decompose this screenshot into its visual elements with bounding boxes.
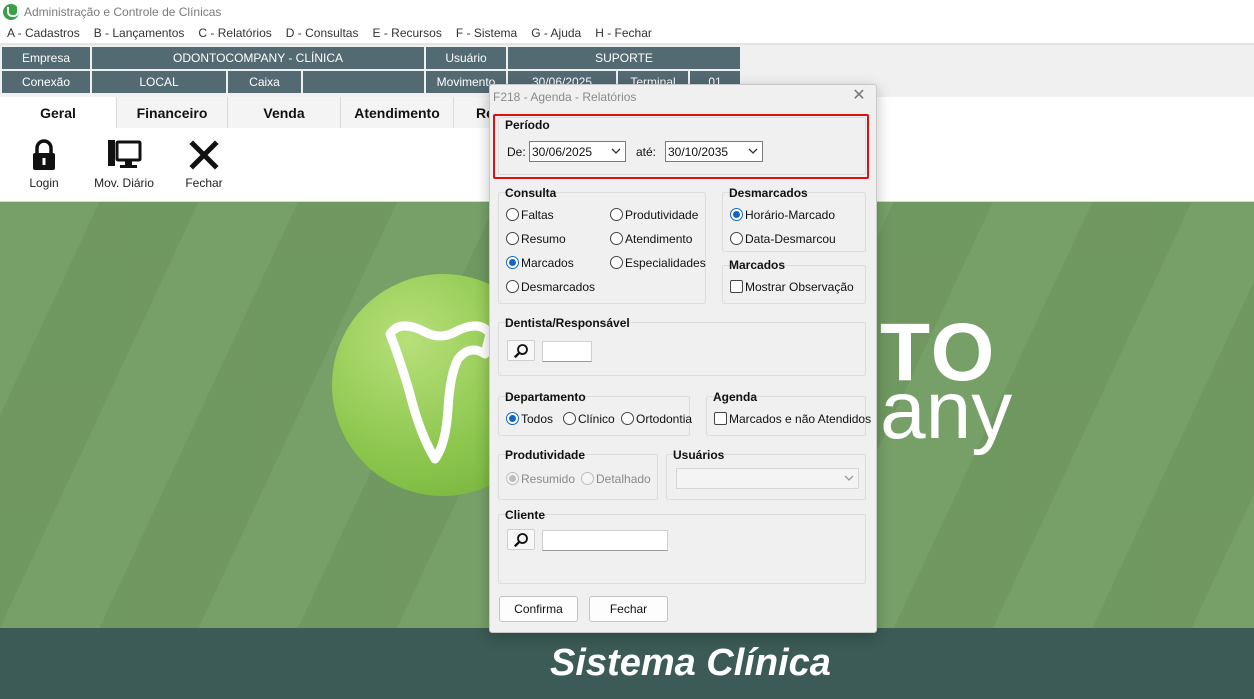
lock-icon bbox=[24, 137, 64, 173]
chevron-down-icon bbox=[844, 475, 854, 481]
detalhado-label: Detalhado bbox=[596, 472, 651, 486]
data-desmarcou-label: Data-Desmarcou bbox=[745, 232, 836, 246]
mostrar-observacao-checkbox[interactable] bbox=[730, 280, 743, 293]
mov-diario-tool[interactable]: Mov. Diário bbox=[92, 137, 156, 190]
fechar-label: Fechar bbox=[185, 176, 223, 190]
menu-relatorios[interactable]: C - Relatórios bbox=[191, 26, 278, 40]
produtividade-label: Produtividade bbox=[625, 208, 699, 222]
radio-todos[interactable] bbox=[506, 412, 519, 425]
consulta-title: Consulta bbox=[505, 186, 557, 200]
resumido-label: Resumido bbox=[521, 472, 576, 486]
usuario-label: Usuário bbox=[426, 47, 506, 69]
fechar-tool[interactable]: Fechar bbox=[184, 137, 224, 190]
desmarcados-title: Desmarcados bbox=[729, 186, 808, 200]
agenda-title: Agenda bbox=[713, 390, 758, 404]
marcados-nao-atendidos-checkbox[interactable] bbox=[714, 412, 727, 425]
window-titlebar: Administração e Controle de Clínicas bbox=[0, 0, 1254, 23]
atendimento-label: Atendimento bbox=[625, 232, 693, 246]
search-icon bbox=[513, 532, 528, 547]
brand-text-bottom: any bbox=[880, 365, 1013, 456]
tab-financeiro[interactable]: Financeiro bbox=[117, 97, 228, 128]
radio-desmarcados[interactable] bbox=[506, 280, 519, 293]
marcados-title: Marcados bbox=[729, 258, 786, 272]
radio-produtividade[interactable] bbox=[610, 208, 623, 221]
dentista-search-button[interactable] bbox=[507, 340, 535, 361]
marcados-nao-atendidos-label: Marcados e não Atendidos bbox=[729, 412, 872, 426]
window-title: Administração e Controle de Clínicas bbox=[24, 4, 222, 19]
app-logo-icon bbox=[3, 3, 19, 20]
departamento-title: Departamento bbox=[505, 390, 586, 404]
cliente-search-button[interactable] bbox=[507, 529, 535, 550]
radio-ortodontia[interactable] bbox=[621, 412, 634, 425]
menu-ajuda[interactable]: G - Ajuda bbox=[524, 26, 588, 40]
dialog-close-icon[interactable]: ✕ bbox=[851, 88, 867, 104]
conexao-label: Conexão bbox=[2, 71, 90, 93]
faltas-label: Faltas bbox=[521, 208, 554, 222]
search-icon bbox=[513, 343, 528, 358]
radio-marcados[interactable] bbox=[506, 256, 519, 269]
tab-venda[interactable]: Venda bbox=[228, 97, 341, 128]
dentista-title: Dentista/Responsável bbox=[505, 316, 630, 330]
dialog-title: F218 - Agenda - Relatórios bbox=[493, 90, 637, 104]
resumo-label: Resumo bbox=[521, 232, 566, 246]
radio-detalhado[interactable] bbox=[581, 472, 594, 485]
tab-relatorios[interactable]: Re bbox=[454, 97, 494, 128]
radio-resumido[interactable] bbox=[506, 472, 519, 485]
computer-icon bbox=[104, 137, 144, 173]
tab-atendimento[interactable]: Atendimento bbox=[341, 97, 454, 128]
radio-clinico[interactable] bbox=[563, 412, 576, 425]
empresa-label: Empresa bbox=[2, 47, 90, 69]
confirma-button[interactable]: Confirma bbox=[499, 596, 578, 622]
clinico-label: Clínico bbox=[578, 412, 615, 426]
ortodontia-label: Ortodontia bbox=[636, 412, 693, 426]
dentista-code-input[interactable] bbox=[542, 341, 592, 362]
tab-geral[interactable]: Geral bbox=[0, 97, 117, 128]
menu-sistema[interactable]: F - Sistema bbox=[449, 26, 524, 40]
cliente-title: Cliente bbox=[505, 508, 546, 522]
empresa-value: ODONTOCOMPANY - CLÍNICA bbox=[92, 47, 424, 69]
produtividade-title: Produtividade bbox=[505, 448, 586, 462]
footer-title: Sistema Clínica bbox=[550, 642, 831, 684]
menu-cadastros[interactable]: A - Cadastros bbox=[0, 26, 87, 40]
menu-fechar[interactable]: H - Fechar bbox=[588, 26, 659, 40]
radio-faltas[interactable] bbox=[506, 208, 519, 221]
tooth-logo-icon bbox=[385, 321, 495, 464]
menu-consultas[interactable]: D - Consultas bbox=[279, 26, 366, 40]
menu-recursos[interactable]: E - Recursos bbox=[365, 26, 448, 40]
caixa-value bbox=[303, 71, 424, 93]
mostrar-observacao-label: Mostrar Observação bbox=[745, 280, 854, 294]
especialidades-label: Especialidades bbox=[625, 256, 706, 270]
menu-lancamentos[interactable]: B - Lançamentos bbox=[87, 26, 192, 40]
caixa-label: Caixa bbox=[228, 71, 301, 93]
login-tool[interactable]: Login bbox=[24, 137, 64, 190]
desmarcados-label: Desmarcados bbox=[521, 280, 596, 294]
usuarios-select[interactable] bbox=[676, 468, 859, 489]
login-label: Login bbox=[29, 176, 59, 190]
mov-diario-label: Mov. Diário bbox=[94, 176, 154, 190]
ribbon-tabs: Geral Financeiro Venda Atendimento Re bbox=[0, 97, 494, 128]
periodo-highlight-box bbox=[493, 114, 869, 179]
close-x-icon bbox=[184, 137, 224, 173]
usuarios-title: Usuários bbox=[673, 448, 725, 462]
conexao-value: LOCAL bbox=[92, 71, 226, 93]
radio-resumo[interactable] bbox=[506, 232, 519, 245]
menu-bar: A - Cadastros B - Lançamentos C - Relató… bbox=[0, 23, 1254, 43]
horario-marcado-label: Horário-Marcado bbox=[745, 208, 836, 222]
fechar-button[interactable]: Fechar bbox=[589, 596, 668, 622]
radio-horario-marcado[interactable] bbox=[730, 208, 743, 221]
radio-especialidades[interactable] bbox=[610, 256, 623, 269]
todos-label: Todos bbox=[521, 412, 554, 426]
radio-atendimento[interactable] bbox=[610, 232, 623, 245]
usuario-value: SUPORTE bbox=[508, 47, 740, 69]
marcados-label: Marcados bbox=[521, 256, 574, 270]
cliente-input[interactable] bbox=[542, 530, 668, 551]
radio-data-desmarcou[interactable] bbox=[730, 232, 743, 245]
